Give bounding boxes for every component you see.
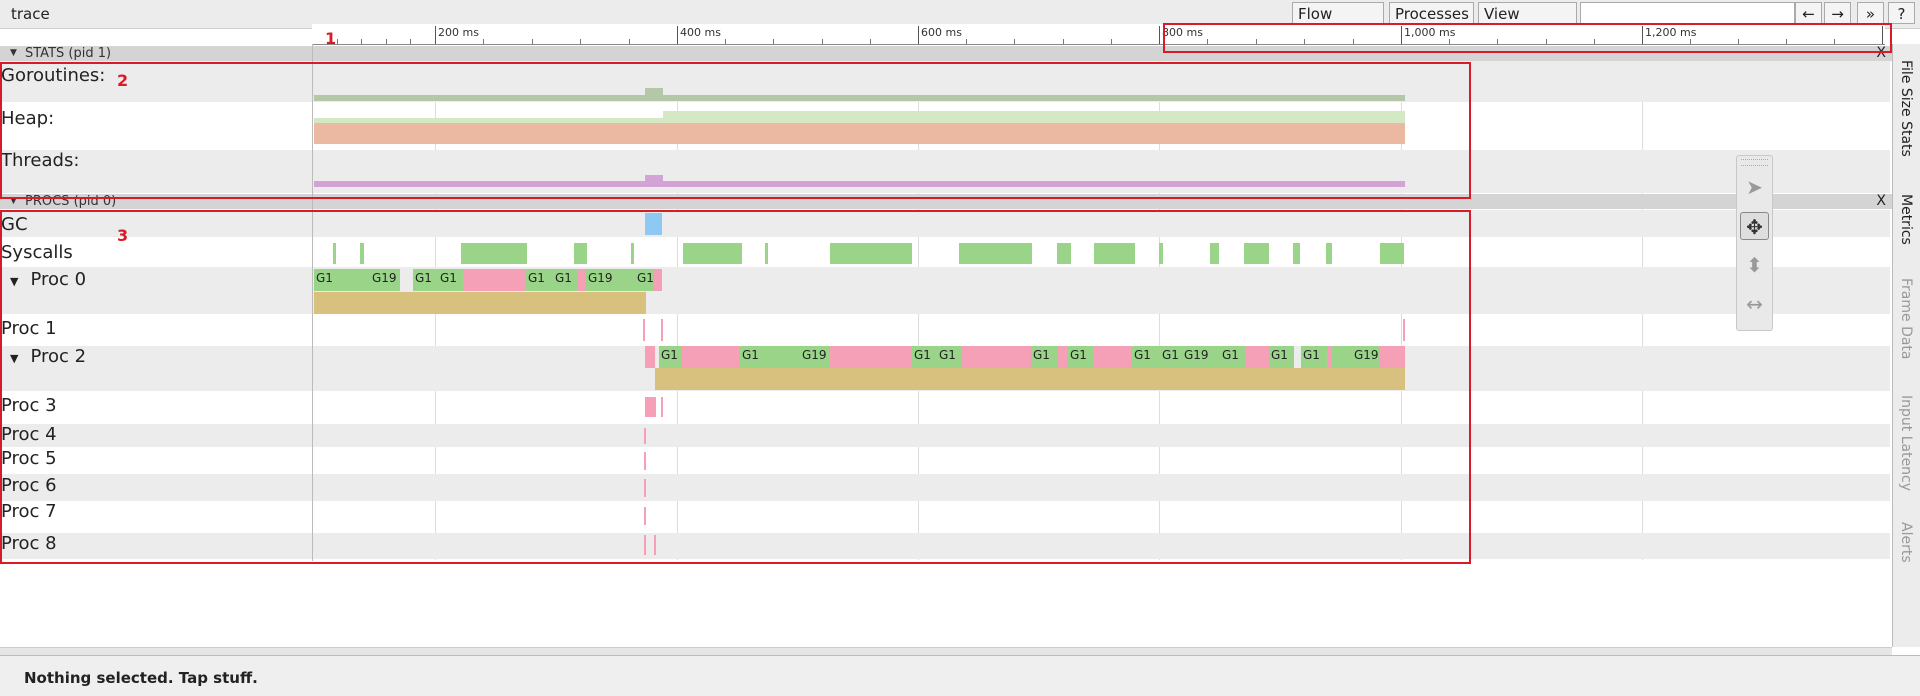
drag-handle[interactable] [1741, 159, 1768, 166]
ruler-minor-tick [580, 39, 582, 44]
flow-events-button[interactable]: Flow events [1292, 2, 1384, 45]
side-panel: File Size Stats Metrics Frame Data Input… [1892, 44, 1920, 647]
window-title: trace [11, 5, 50, 23]
ruler-major-tick [435, 26, 436, 44]
selection-status: Nothing selected. Tap stuff. [24, 669, 258, 687]
close-procs-button[interactable]: X [1876, 194, 1886, 209]
ruler-major-tick [1159, 26, 1160, 44]
ruler-minor-tick [725, 39, 727, 44]
timing-tool-icon[interactable]: ↔ [1740, 290, 1769, 318]
ruler-minor-tick [966, 39, 968, 44]
ruler-minor-tick [483, 39, 485, 44]
more-button[interactable]: » [1857, 2, 1884, 24]
help-button[interactable]: ? [1888, 2, 1915, 24]
search-input[interactable] [1580, 2, 1795, 24]
tab-input-latency[interactable]: Input Latency [1898, 395, 1914, 491]
ruler-minor-tick [410, 39, 412, 44]
ruler-minor-tick [869, 39, 871, 44]
tab-metrics[interactable]: Metrics [1898, 194, 1914, 245]
ruler-minor-tick [1062, 39, 1064, 44]
annotation-box-2 [0, 62, 1471, 199]
ruler-minor-tick [773, 39, 775, 44]
ruler-minor-tick [385, 39, 387, 44]
annotation-number-1: 1 [325, 29, 337, 48]
annotation-number-2: 2 [117, 71, 129, 90]
analysis-panel: Nothing selected. Tap stuff. [0, 655, 1920, 696]
ruler-tick-label: 600 ms [921, 26, 962, 39]
ruler-major-tick [918, 26, 919, 44]
ruler-major-tick [677, 26, 678, 44]
view-options-button[interactable]: View Options [1478, 2, 1577, 45]
next-button[interactable]: → [1824, 2, 1851, 24]
selection-tool-icon[interactable]: ➤ [1740, 173, 1769, 201]
ruler-minor-tick [1110, 39, 1112, 44]
tab-alerts[interactable]: Alerts [1898, 522, 1914, 563]
prev-button[interactable]: ← [1795, 2, 1822, 24]
ruler-minor-tick [531, 39, 533, 44]
annotation-number-3: 3 [117, 226, 129, 245]
annotation-box-3 [0, 210, 1471, 564]
zoom-tool-icon[interactable]: ⬍ [1740, 251, 1769, 279]
mouse-mode-palette: ➤ ✥ ⬍ ↔ [1736, 155, 1773, 331]
annotation-box-1 [1163, 23, 1892, 53]
tab-frame-data[interactable]: Frame Data [1898, 278, 1914, 360]
ruler-minor-tick [628, 39, 630, 44]
collapse-triangle-icon[interactable]: ▼ [10, 46, 17, 61]
tab-file-size-stats[interactable]: File Size Stats [1898, 60, 1914, 157]
ruler-minor-tick [336, 39, 338, 44]
ruler-tick-label: 400 ms [680, 26, 721, 39]
ruler-minor-tick [361, 39, 363, 44]
pan-tool-icon[interactable]: ✥ [1740, 212, 1769, 240]
ruler-minor-tick [821, 39, 823, 44]
ruler-tick-label: 200 ms [438, 26, 479, 39]
ruler-minor-tick [1014, 39, 1016, 44]
processes-button[interactable]: Processes [1389, 2, 1474, 24]
stats-section-label: STATS (pid 1) [25, 46, 112, 61]
